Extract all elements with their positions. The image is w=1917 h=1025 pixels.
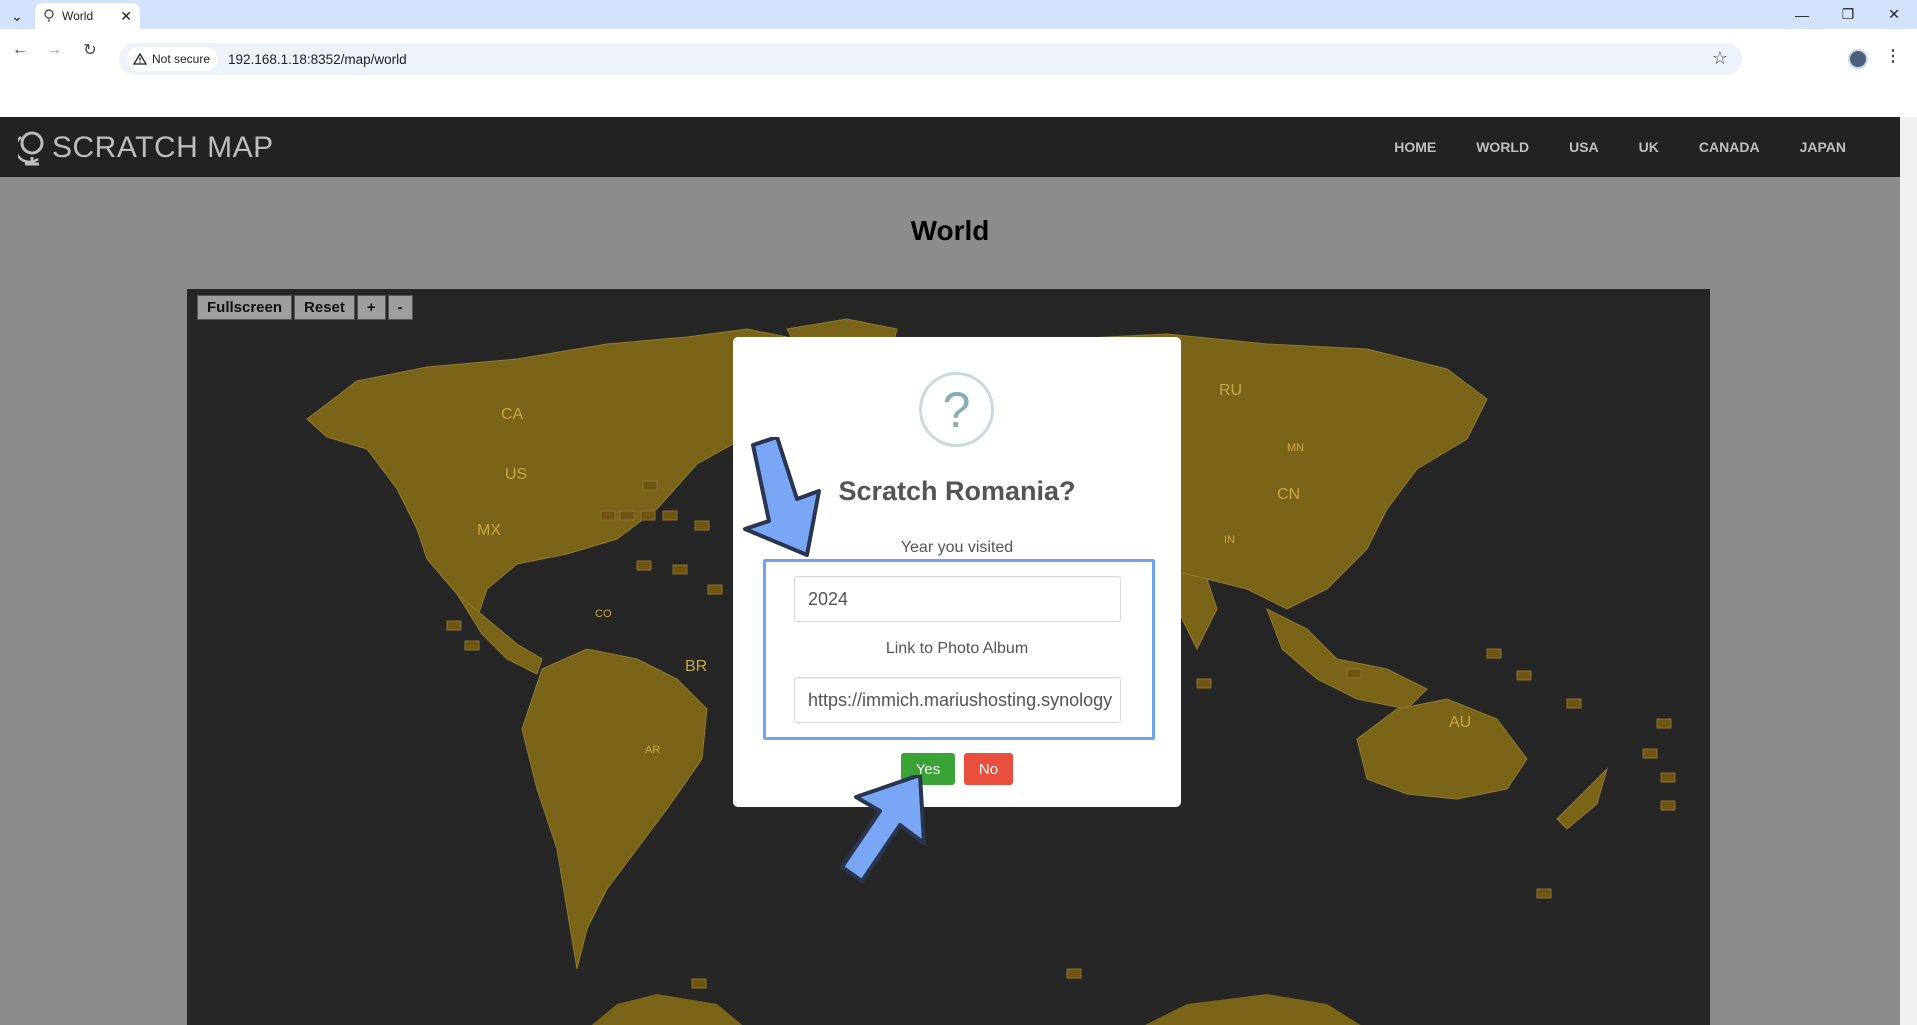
landmass-australia <box>1356 698 1528 800</box>
country-label-in: IN <box>1224 534 1235 546</box>
island-tag <box>1066 968 1082 979</box>
tab-close-icon[interactable]: ✕ <box>120 8 132 25</box>
island-tag <box>707 584 723 595</box>
island-tag <box>1566 698 1582 709</box>
globe-favicon-icon <box>44 9 54 22</box>
landmass-new-zealand <box>1556 767 1609 830</box>
landmass-south-america <box>521 648 708 970</box>
country-label-ru: RU <box>1219 382 1242 399</box>
island-tag <box>446 620 462 631</box>
reset-button[interactable]: Reset <box>294 295 355 320</box>
country-label-br: BR <box>685 658 707 675</box>
island-tag <box>636 560 652 571</box>
minimize-icon[interactable]: — <box>1779 0 1825 29</box>
nav-link-home[interactable]: HOME <box>1374 139 1456 155</box>
no-button[interactable]: No <box>964 753 1013 785</box>
nav-link-uk[interactable]: UK <box>1619 139 1679 155</box>
reload-icon[interactable]: ↻ <box>78 38 102 62</box>
browser-menu-icon[interactable]: ⋮ <box>1885 46 1901 66</box>
scratch-country-dialog: ? Scratch Romania? Year you visited 2024… <box>733 337 1181 807</box>
address-bar[interactable]: Not secure 192.168.1.18:8352/map/world ☆ <box>119 43 1742 75</box>
country-label-us: US <box>505 466 527 483</box>
photo-album-input[interactable]: https://immich.mariushosting.synology <box>794 677 1121 723</box>
island-tag <box>1346 668 1362 679</box>
tab-search-chevron-icon[interactable]: ⌄ <box>5 5 29 27</box>
island-tag <box>600 510 616 521</box>
zoom-in-button[interactable]: + <box>356 295 386 320</box>
landmass-antarctica-east <box>1145 994 1361 1025</box>
year-input[interactable]: 2024 <box>794 576 1121 622</box>
island-tag <box>694 520 710 531</box>
page-viewport: SCRATCH MAP HOME WORLD USA UK CANADA JAP… <box>0 117 1900 1025</box>
globe-stand-icon <box>18 131 44 166</box>
country-label-mx: MX <box>477 522 501 539</box>
profile-avatar[interactable] <box>1848 49 1868 69</box>
browser-tabstrip: ⌄ World ✕ — ❐ ✕ <box>0 0 1917 29</box>
nav-links: HOME WORLD USA UK CANADA JAPAN <box>1374 117 1866 177</box>
country-label-ca: CA <box>501 406 524 423</box>
brand-logo[interactable]: SCRATCH MAP <box>18 129 274 167</box>
landmass-central-america <box>456 593 543 675</box>
close-window-icon[interactable]: ✕ <box>1871 0 1917 29</box>
island-tag <box>662 510 678 521</box>
island-tag <box>1656 718 1672 729</box>
brand-name: SCRATCH MAP <box>52 131 274 164</box>
question-icon: ? <box>919 372 994 447</box>
nav-link-usa[interactable]: USA <box>1549 139 1619 155</box>
island-tag <box>640 510 656 521</box>
security-chip[interactable]: Not secure <box>127 47 219 71</box>
photo-album-label: Link to Photo Album <box>885 640 1029 657</box>
island-tag <box>1486 648 1502 659</box>
nav-link-canada[interactable]: CANADA <box>1679 139 1780 155</box>
island-tag <box>642 480 658 491</box>
url-text[interactable]: 192.168.1.18:8352/map/world <box>228 52 407 67</box>
island-tag <box>1196 678 1212 689</box>
bookmark-star-icon[interactable]: ☆ <box>1712 48 1728 69</box>
window-controls: — ❐ ✕ <box>1779 0 1917 29</box>
page-scrollbar[interactable] <box>1900 117 1917 1025</box>
map-controls: Fullscreen Reset + - <box>197 295 413 320</box>
country-label-co: CO <box>595 608 612 620</box>
tab-title: World <box>62 9 94 23</box>
restore-icon[interactable]: ❐ <box>1825 0 1871 29</box>
forward-arrow-icon[interactable]: → <box>42 38 66 62</box>
island-tag <box>1536 888 1552 899</box>
island-tag <box>1660 800 1676 811</box>
zoom-out-button[interactable]: - <box>387 295 413 320</box>
site-navbar: SCRATCH MAP HOME WORLD USA UK CANADA JAP… <box>0 117 1900 177</box>
landmass-southeast-asia <box>1266 607 1428 710</box>
country-label-cn: CN <box>1277 486 1300 503</box>
annotation-arrow-up-icon <box>840 775 926 883</box>
country-label-au: AU <box>1449 714 1471 731</box>
island-tag <box>691 978 707 989</box>
browser-toolbar: ← → ↻ Not secure 192.168.1.18:8352/map/w… <box>0 29 1917 89</box>
fullscreen-button[interactable]: Fullscreen <box>197 295 293 320</box>
page-title: World <box>910 215 990 246</box>
nav-link-world[interactable]: WORLD <box>1456 139 1549 155</box>
island-tag <box>1660 772 1676 783</box>
island-tag <box>672 564 688 575</box>
annotation-arrow-down-icon <box>743 437 821 557</box>
island-tag <box>619 510 635 521</box>
warning-triangle-icon <box>133 53 147 65</box>
landmass-antarctica <box>591 994 743 1025</box>
island-tag <box>1516 670 1532 681</box>
country-label-ar: AR <box>645 744 660 756</box>
island-tag <box>464 640 480 651</box>
security-label: Not secure <box>152 52 211 66</box>
island-tag <box>1642 748 1658 759</box>
browser-tab[interactable]: World ✕ <box>35 3 140 29</box>
country-label-mn: MN <box>1287 442 1304 454</box>
nav-link-japan[interactable]: JAPAN <box>1780 139 1866 155</box>
back-arrow-icon[interactable]: ← <box>8 38 32 62</box>
